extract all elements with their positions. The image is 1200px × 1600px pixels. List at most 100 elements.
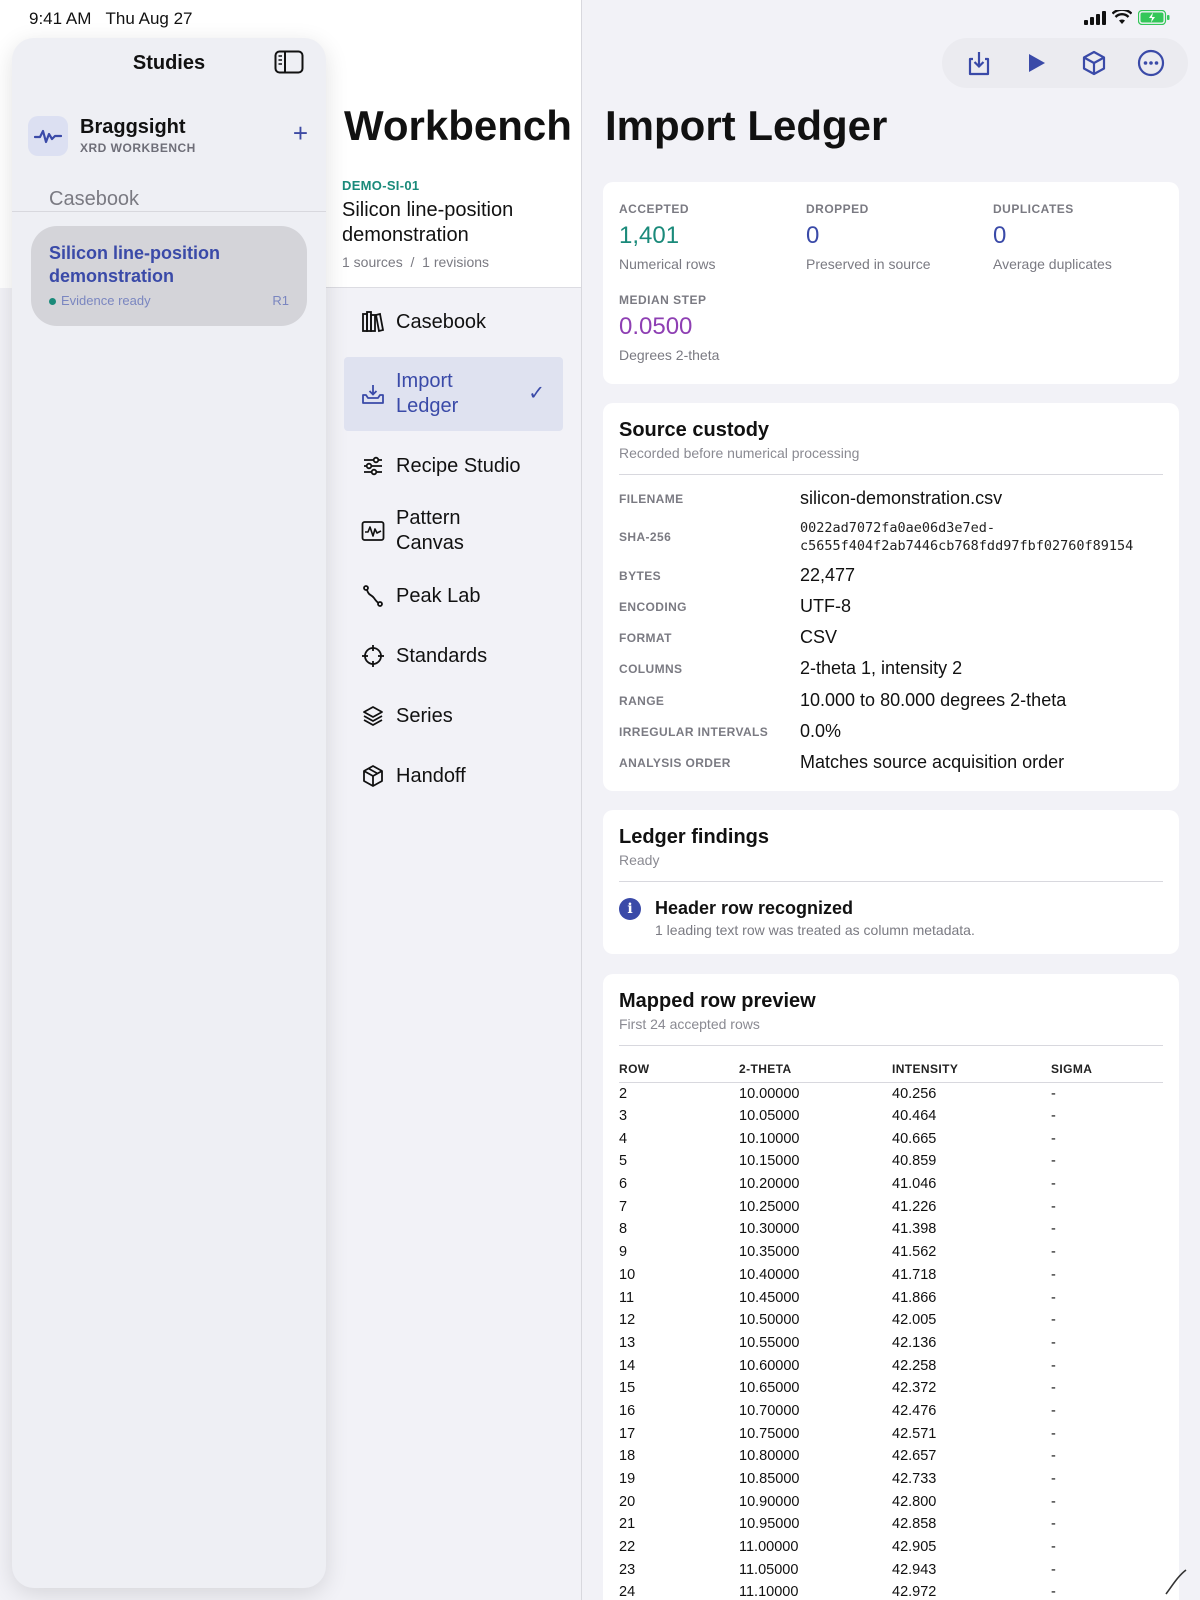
cell-2theta: 10.55000: [739, 1334, 800, 1351]
workbench-title: Workbench: [344, 102, 572, 149]
custody-row-range: RANGE 10.000 to 80.000 degrees 2-theta: [619, 690, 1067, 710]
sidebar-toggle-icon[interactable]: [274, 50, 304, 74]
cell-row: 21: [619, 1516, 636, 1533]
cell-row: 17: [619, 1425, 636, 1442]
add-study-button[interactable]: +: [293, 118, 308, 149]
import-button[interactable]: [962, 46, 996, 80]
column-header-sigma: SIGMA: [1051, 1056, 1163, 1083]
nav-item-series[interactable]: Series: [344, 686, 563, 746]
custody-row-encoding: ENCODING UTF-8: [619, 596, 851, 616]
cell-sigma: -: [1051, 1357, 1056, 1374]
column-header-row: ROW: [619, 1056, 739, 1083]
cell-2theta: 10.60000: [739, 1357, 800, 1374]
nav-item-pattern-canvas[interactable]: Pattern Canvas: [344, 496, 563, 566]
cell-sigma: -: [1051, 1584, 1056, 1600]
cell-2theta: 10.90000: [739, 1493, 800, 1510]
cell-intensity: 42.005: [892, 1312, 937, 1329]
cell-row: 14: [619, 1357, 636, 1374]
cell-2theta: 10.50000: [739, 1312, 800, 1329]
cell-sigma: -: [1051, 1266, 1056, 1283]
table-row: 3 10.05000 40.464 -: [619, 1105, 1163, 1128]
checkmark-icon: ✓: [528, 382, 545, 405]
table-row: 15 10.65000 42.372 -: [619, 1377, 1163, 1400]
nav-item-standards[interactable]: Standards: [344, 626, 563, 686]
scope-icon: [362, 645, 384, 667]
table-row: 6 10.20000 41.046 -: [619, 1173, 1163, 1196]
nav-item-casebook[interactable]: Casebook: [344, 292, 563, 352]
table-row: 2 10.00000 40.256 -: [619, 1082, 1163, 1105]
nav-item-recipe-studio[interactable]: Recipe Studio: [344, 436, 563, 496]
table-row: 9 10.35000 41.562 -: [619, 1241, 1163, 1264]
finding-title: Header row recognized: [655, 898, 854, 918]
run-button[interactable]: [1019, 46, 1053, 80]
cell-sigma: -: [1051, 1402, 1056, 1419]
nav-item-peak-lab[interactable]: Peak Lab: [344, 566, 563, 626]
cell-2theta: 10.10000: [739, 1130, 800, 1147]
cell-row: 16: [619, 1402, 636, 1419]
cell-2theta: 11.00000: [739, 1539, 799, 1556]
study-revision: R1: [272, 293, 289, 308]
package-button[interactable]: [1077, 46, 1111, 80]
waveform-icon: [361, 521, 385, 541]
table-row: 20 10.90000 42.800 -: [619, 1490, 1163, 1513]
cell-2theta: 10.85000: [739, 1471, 800, 1488]
cell-row: 20: [619, 1493, 636, 1510]
brand-name: Braggsight: [80, 116, 186, 138]
cell-row: 18: [619, 1448, 636, 1465]
source-custody-card: Source custody Recorded before numerical…: [603, 403, 1179, 791]
cell-intensity: 41.866: [892, 1289, 937, 1306]
studies-sidebar: Studies Braggsight XRD WORKBENCH + Caseb…: [12, 38, 326, 1588]
cell-sigma: -: [1051, 1448, 1056, 1465]
table-row: 24 11.10000 42.972 -: [619, 1581, 1163, 1600]
nav-label: Casebook: [396, 310, 487, 333]
cell-sigma: -: [1051, 1493, 1056, 1510]
page-title: Import Ledger: [605, 102, 888, 149]
cell-row: 2: [619, 1085, 628, 1102]
cell-intensity: 42.905: [892, 1539, 937, 1556]
study-list-item[interactable]: Silicon line-position demonstration Evid…: [31, 226, 307, 326]
cell-intensity: 42.571: [892, 1425, 937, 1442]
table-row: 4 10.10000 40.665 -: [619, 1127, 1163, 1150]
cell-sigma: -: [1051, 1221, 1056, 1238]
ellipsis-circle-icon: [1138, 49, 1165, 77]
cell-row: 23: [619, 1561, 636, 1578]
cube-icon: [1082, 50, 1105, 76]
cell-row: 5: [619, 1153, 628, 1170]
cell-sigma: -: [1051, 1561, 1056, 1578]
table-row: 7 10.25000 41.226 -: [619, 1195, 1163, 1218]
cell-row: 10: [619, 1266, 636, 1283]
cell-intensity: 42.972: [892, 1584, 937, 1600]
nav-item-handoff[interactable]: Handoff: [344, 746, 563, 806]
cell-sigma: -: [1051, 1334, 1056, 1351]
more-button[interactable]: [1134, 46, 1168, 80]
cell-row: 22: [619, 1539, 636, 1556]
cell-sigma: -: [1051, 1289, 1056, 1306]
nav-label: Series: [396, 704, 453, 727]
nav-label: Handoff: [396, 764, 466, 787]
cell-2theta: 10.95000: [739, 1516, 800, 1533]
cell-2theta: 10.05000: [739, 1108, 800, 1125]
table-row: 18 10.80000 42.657 -: [619, 1445, 1163, 1468]
column-header-intensity: INTENSITY: [892, 1056, 1051, 1083]
custody-subtitle: Recorded before numerical processing: [619, 445, 860, 461]
cell-sigma: -: [1051, 1312, 1056, 1329]
cell-row: 3: [619, 1108, 628, 1125]
preview-title: Mapped row preview: [619, 990, 816, 1012]
stat-duplicates: DUPLICATES 0 Average duplicates: [993, 202, 1112, 272]
cell-row: 4: [619, 1130, 628, 1147]
table-row: 23 11.05000 42.943 -: [619, 1558, 1163, 1581]
sliders-icon: [364, 456, 382, 476]
books-icon: [362, 311, 385, 333]
cell-row: 7: [619, 1198, 628, 1215]
nav-item-import-ledger[interactable]: Import Ledger ✓: [344, 357, 563, 431]
table-row: 16 10.70000 42.476 -: [619, 1400, 1163, 1423]
cell-intensity: 42.943: [892, 1561, 937, 1578]
cell-2theta: 10.45000: [739, 1289, 800, 1306]
cell-sigma: -: [1051, 1176, 1056, 1193]
cell-intensity: 40.859: [892, 1153, 937, 1170]
cell-2theta: 11.05000: [739, 1561, 799, 1578]
status-time: 9:41 AM Thu Aug 27: [29, 9, 193, 28]
cell-intensity: 41.562: [892, 1244, 937, 1261]
cell-sigma: -: [1051, 1539, 1056, 1556]
cell-sigma: -: [1051, 1471, 1056, 1488]
